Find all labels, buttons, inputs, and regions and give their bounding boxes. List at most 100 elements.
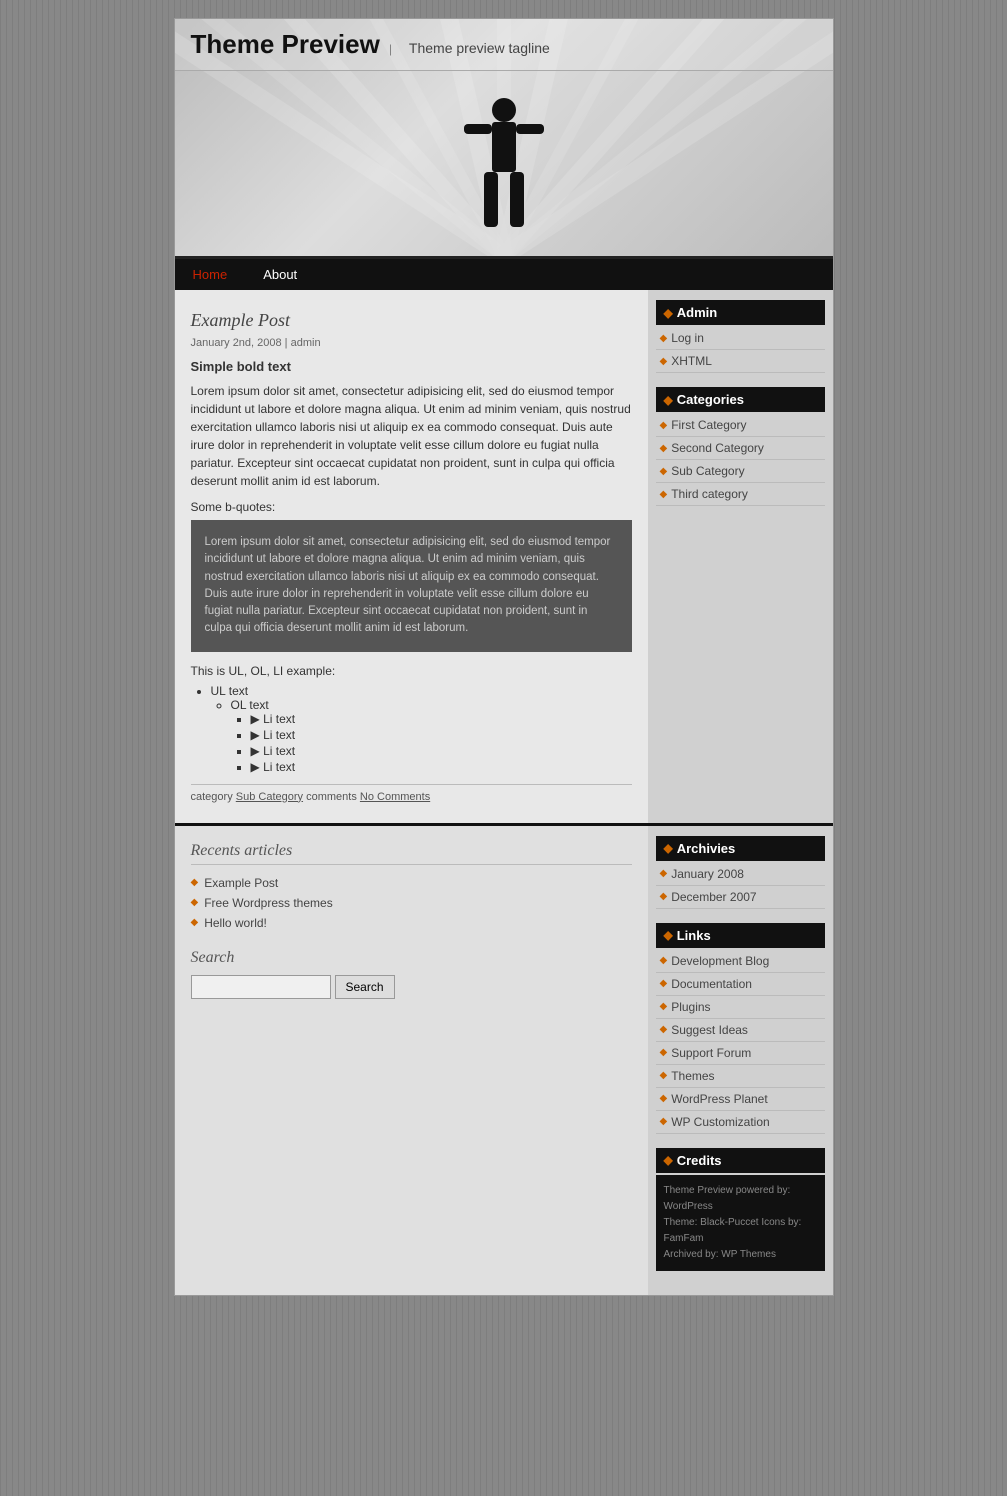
li-item-4: ▶ Li text bbox=[251, 760, 632, 774]
site-nav: Home About bbox=[175, 259, 833, 290]
category-sub[interactable]: ◆ Sub Category bbox=[656, 460, 825, 483]
recent-link-3[interactable]: Hello world! bbox=[204, 916, 267, 930]
archive-dec[interactable]: ◆ December 2007 bbox=[656, 886, 825, 909]
nav-link-home[interactable]: Home bbox=[175, 259, 246, 290]
recent-link-1[interactable]: Example Post bbox=[204, 876, 278, 890]
post-body: Lorem ipsum dolor sit amet, consectetur … bbox=[191, 382, 632, 490]
link-docs-link[interactable]: Documentation bbox=[671, 977, 752, 991]
footer-columns: Recents articles ◆ Example Post ◆ Free W… bbox=[175, 823, 833, 1295]
footer-comments-link[interactable]: No Comments bbox=[360, 791, 430, 803]
content-wrapper: Example Post January 2nd, 2008 | admin S… bbox=[175, 290, 833, 823]
link-docs[interactable]: ◆ Documentation bbox=[656, 973, 825, 996]
footer-left: Recents articles ◆ Example Post ◆ Free W… bbox=[175, 823, 648, 1295]
post-meta: January 2nd, 2008 | admin bbox=[191, 337, 632, 349]
link-plugins[interactable]: ◆ Plugins bbox=[656, 996, 825, 1019]
widget-links: ◆ Links ◆ Development Blog ◆ Documentati… bbox=[656, 923, 825, 1134]
link-dev-blog[interactable]: ◆ Development Blog bbox=[656, 950, 825, 973]
admin-icon: ◆ bbox=[664, 306, 673, 320]
admin-xhtml-link[interactable]: XHTML bbox=[671, 354, 712, 368]
bullet-icon: ◆ bbox=[191, 877, 199, 888]
archive-jan-link[interactable]: January 2008 bbox=[671, 867, 744, 881]
credits-title: ◆ Credits bbox=[656, 1148, 825, 1173]
link-wp-planet-link[interactable]: WordPress Planet bbox=[671, 1092, 768, 1106]
recent-link-2[interactable]: Free Wordpress themes bbox=[204, 896, 333, 910]
bullet-icon: ◆ bbox=[660, 333, 668, 344]
link-support[interactable]: ◆ Support Forum bbox=[656, 1042, 825, 1065]
credits-line3: Archived by: WP Themes bbox=[664, 1247, 817, 1263]
site-header: Theme Preview | Theme preview tagline bbox=[175, 19, 833, 259]
category-third[interactable]: ◆ Third category bbox=[656, 483, 825, 506]
post-bold-text: Simple bold text bbox=[191, 359, 632, 374]
bullet-icon: ◆ bbox=[660, 420, 668, 431]
main-content: Example Post January 2nd, 2008 | admin S… bbox=[175, 290, 648, 823]
nav-link-about[interactable]: About bbox=[245, 259, 315, 290]
category-sub-link[interactable]: Sub Category bbox=[671, 464, 744, 478]
widget-admin-title: ◆ Admin bbox=[656, 300, 825, 325]
category-first-link[interactable]: First Category bbox=[671, 418, 746, 432]
blockquote-text: Lorem ipsum dolor sit amet, consectetur … bbox=[205, 536, 611, 634]
link-suggest[interactable]: ◆ Suggest Ideas bbox=[656, 1019, 825, 1042]
site-tagline: Theme preview tagline bbox=[409, 40, 550, 56]
ul-text-item: UL text OL text ▶ Li text ▶ Li text ▶ Li… bbox=[211, 684, 632, 774]
figure-container bbox=[464, 92, 544, 256]
link-themes[interactable]: ◆ Themes bbox=[656, 1065, 825, 1088]
recent-item-2[interactable]: ◆ Free Wordpress themes bbox=[191, 893, 632, 913]
link-plugins-link[interactable]: Plugins bbox=[671, 1000, 710, 1014]
category-third-link[interactable]: Third category bbox=[671, 487, 748, 501]
links-list: ◆ Development Blog ◆ Documentation ◆ Plu… bbox=[656, 950, 825, 1134]
ul-ol-label: This is UL, OL, LI example: bbox=[191, 664, 632, 678]
link-dev-blog-link[interactable]: Development Blog bbox=[671, 954, 769, 968]
li-item-3: ▶ Li text bbox=[251, 744, 632, 758]
category-second[interactable]: ◆ Second Category bbox=[656, 437, 825, 460]
bullet-icon: ◆ bbox=[660, 356, 668, 367]
nav-item-about[interactable]: About bbox=[245, 259, 315, 290]
credits-line2: Theme: Black-Puccet Icons by: FamFam bbox=[664, 1215, 817, 1247]
category-first[interactable]: ◆ First Category bbox=[656, 414, 825, 437]
archives-list: ◆ January 2008 ◆ December 2007 bbox=[656, 863, 825, 909]
categories-icon: ◆ bbox=[664, 393, 673, 407]
archive-jan[interactable]: ◆ January 2008 bbox=[656, 863, 825, 886]
bullet-icon: ◆ bbox=[660, 891, 668, 902]
admin-xhtml[interactable]: ◆ XHTML bbox=[656, 350, 825, 373]
bullet-icon: ◆ bbox=[660, 1024, 668, 1035]
widget-categories: ◆ Categories ◆ First Category ◆ Second C… bbox=[656, 387, 825, 506]
links-title: ◆ Links bbox=[656, 923, 825, 948]
links-icon: ◆ bbox=[664, 928, 673, 942]
site-title: Theme Preview bbox=[191, 29, 380, 59]
bullet-icon: ◆ bbox=[191, 917, 199, 928]
bullet-icon: ◆ bbox=[660, 1116, 668, 1127]
ol-text-item: OL text ▶ Li text ▶ Li text ▶ Li text ▶ … bbox=[231, 698, 632, 774]
admin-login[interactable]: ◆ Log in bbox=[656, 327, 825, 350]
admin-login-link[interactable]: Log in bbox=[671, 331, 704, 345]
bullet-icon: ◆ bbox=[660, 868, 668, 879]
bullet-icon: ◆ bbox=[660, 978, 668, 989]
recent-item-3[interactable]: ◆ Hello world! bbox=[191, 913, 632, 933]
blockquote-box: Lorem ipsum dolor sit amet, consectetur … bbox=[191, 520, 632, 652]
archive-dec-link[interactable]: December 2007 bbox=[671, 890, 756, 904]
category-second-link[interactable]: Second Category bbox=[671, 441, 764, 455]
li-item-2: ▶ Li text bbox=[251, 728, 632, 742]
categories-list: ◆ First Category ◆ Second Category ◆ Sub… bbox=[656, 414, 825, 506]
search-button[interactable]: Search bbox=[335, 975, 395, 999]
credits-box: Theme Preview powered by: WordPress Them… bbox=[656, 1175, 825, 1271]
search-input[interactable] bbox=[191, 975, 331, 999]
sidebar: ◆ Admin ◆ Log in ◆ XHTML bbox=[648, 290, 833, 823]
site-container: Theme Preview | Theme preview tagline bbox=[174, 18, 834, 1296]
bquotes-label: Some b-quotes: bbox=[191, 500, 632, 514]
footer-category-link[interactable]: Sub Category bbox=[236, 791, 303, 803]
recents-list: ◆ Example Post ◆ Free Wordpress themes ◆… bbox=[191, 873, 632, 933]
search-title: Search bbox=[191, 949, 632, 967]
footer-comments-label: comments bbox=[306, 791, 357, 803]
recent-item-1[interactable]: ◆ Example Post bbox=[191, 873, 632, 893]
link-wp-custom[interactable]: ◆ WP Customization bbox=[656, 1111, 825, 1134]
bullet-icon: ◆ bbox=[191, 897, 199, 908]
link-wp-custom-link[interactable]: WP Customization bbox=[671, 1115, 769, 1129]
bullet-icon: ◆ bbox=[660, 443, 668, 454]
admin-list: ◆ Log in ◆ XHTML bbox=[656, 327, 825, 373]
link-wp-planet[interactable]: ◆ WordPress Planet bbox=[656, 1088, 825, 1111]
nav-item-home[interactable]: Home bbox=[175, 259, 246, 290]
footer-right: ◆ Archivies ◆ January 2008 ◆ December 20… bbox=[648, 823, 833, 1295]
link-support-link[interactable]: Support Forum bbox=[671, 1046, 751, 1060]
link-suggest-link[interactable]: Suggest Ideas bbox=[671, 1023, 748, 1037]
link-themes-link[interactable]: Themes bbox=[671, 1069, 714, 1083]
